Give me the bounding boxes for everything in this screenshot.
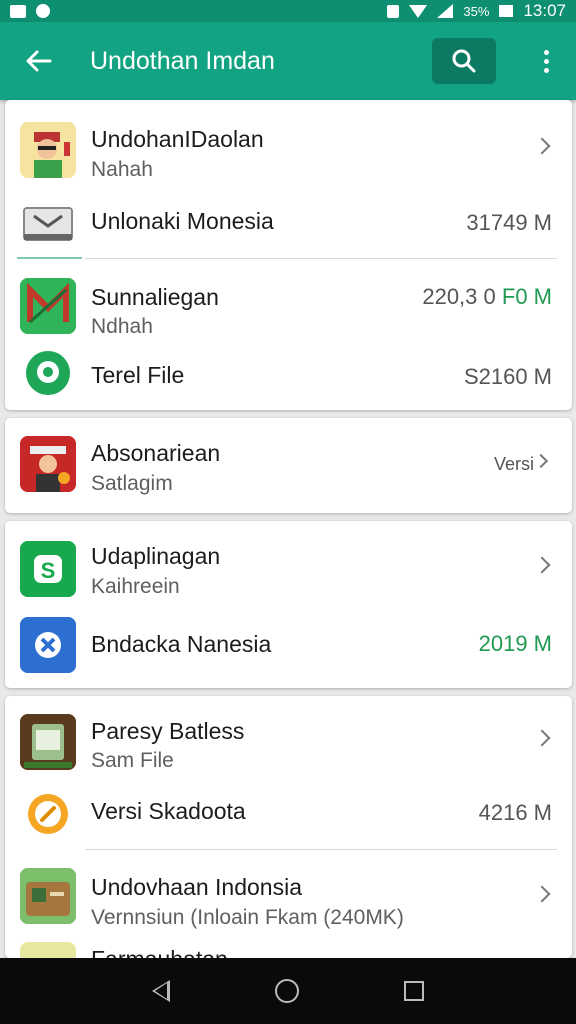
app-subtitle: Sam File	[91, 749, 174, 772]
app-icon: S	[20, 541, 76, 597]
chevron-right-icon[interactable]	[533, 453, 549, 469]
chevron-right-icon[interactable]	[533, 885, 551, 903]
list-item[interactable]: UndohanIDaolan Nahah	[5, 100, 572, 190]
app-bar: Undothan Imdan	[0, 22, 576, 100]
app-group-card: Absonariean Satlagim Versi	[5, 418, 572, 513]
wifi-icon	[409, 4, 428, 18]
file-size-prefix: 220,3 0	[422, 284, 496, 309]
app-title-text: Bndacka Nanesia	[91, 631, 272, 657]
app-title-text: Versi Skadoota	[91, 798, 246, 824]
app-icon	[20, 122, 76, 178]
vibrate-icon	[387, 4, 400, 18]
storage-icon	[20, 196, 76, 252]
list-item[interactable]: Paresy Batless Sam File	[5, 696, 572, 778]
nav-home-icon[interactable]	[274, 979, 299, 1003]
app-icon	[20, 868, 76, 924]
chevron-right-icon[interactable]	[533, 729, 551, 747]
chevron-right-icon[interactable]	[533, 556, 551, 574]
app-subtitle: Satlagim	[91, 472, 173, 495]
app-title-text: Terel File	[91, 362, 185, 388]
signal-icon	[437, 4, 454, 18]
nav-back-icon[interactable]	[152, 980, 171, 1002]
file-size: 220,3 0 F0 M	[422, 284, 552, 310]
app-subtitle: Nahah	[91, 158, 153, 181]
list-item[interactable]: Absonariean Satlagim Versi	[5, 418, 572, 513]
divider	[85, 258, 557, 259]
svg-text:S: S	[41, 558, 56, 583]
app-icon	[20, 714, 76, 770]
list-item[interactable]: Sunnaliegan Ndhah 220,3 0 F0 M	[5, 260, 572, 340]
battery-icon	[499, 5, 514, 17]
search-button[interactable]	[432, 38, 496, 84]
app-notification-icon	[36, 4, 50, 18]
file-size: S2160 M	[463, 364, 552, 389]
app-title-text: Undovhaan Indonsia	[91, 874, 302, 900]
more-vert-icon	[543, 49, 549, 55]
list-item[interactable]: Bndacka Nanesia 2019 M	[5, 609, 572, 688]
more-options-button[interactable]	[526, 38, 566, 84]
app-group-card: S Udaplinagan Kaihreein Bndacka Nanesia …	[5, 521, 572, 688]
chevron-right-icon[interactable]	[533, 137, 551, 155]
list-item[interactable]: Unlonaki Monesia 31749 M	[5, 190, 572, 260]
app-icon	[20, 436, 76, 492]
app-subtitle: Vernnsiun (Inloain Fkam (240MK)	[91, 906, 404, 929]
app-title-text: Udaplinagan	[91, 543, 221, 569]
app-title-text: Paresy Batless	[91, 718, 245, 744]
version-label: Versi	[493, 454, 534, 474]
notification-icon	[10, 4, 26, 18]
list-item[interactable]: Terel File S2160 M	[5, 340, 572, 410]
list-item[interactable]: Farmauhatan	[5, 934, 572, 958]
list-item[interactable]: Undovhaan Indonsia Vernnsiun (Inloain Fk…	[5, 850, 572, 934]
settings-gear-icon	[20, 786, 76, 842]
app-group-card: Paresy Batless Sam File Versi Skadoota 4…	[5, 696, 572, 958]
app-title-text: Farmauhatan	[91, 946, 228, 958]
app-icon	[20, 942, 76, 958]
file-size-value: F0 M	[501, 284, 552, 309]
app-icon	[20, 278, 76, 334]
clock: 13:07	[523, 1, 566, 20]
app-subtitle: Ndhah	[91, 315, 153, 338]
file-size: 4216 M	[478, 800, 552, 825]
app-group-card: UndohanIDaolan Nahah Unlonaki Monesia 31…	[5, 100, 572, 410]
nav-recent-icon[interactable]	[403, 981, 424, 1001]
battery-percent: 35%	[463, 3, 490, 19]
file-size: 2019 M	[478, 631, 552, 656]
app-title-text: UndohanIDaolan	[91, 126, 264, 152]
list-item[interactable]: S Udaplinagan Kaihreein	[5, 521, 572, 609]
app-title: Undothan Imdan	[90, 46, 275, 75]
system-nav-bar	[0, 958, 576, 1024]
status-bar: 35% 13:07	[0, 0, 576, 22]
app-icon	[20, 617, 76, 673]
app-title-text: Absonariean	[91, 440, 221, 466]
app-title-text: Sunnaliegan	[91, 284, 219, 310]
file-size: 31749 M	[466, 210, 552, 235]
list-item[interactable]: Versi Skadoota 4216 M	[5, 778, 572, 850]
back-arrow-icon	[26, 50, 52, 72]
back-button[interactable]	[0, 22, 78, 100]
divider	[17, 257, 82, 259]
app-title-text: Unlonaki Monesia	[91, 208, 274, 234]
search-icon	[452, 49, 476, 73]
chat-icon	[23, 348, 73, 398]
app-subtitle: Kaihreein	[91, 575, 180, 598]
